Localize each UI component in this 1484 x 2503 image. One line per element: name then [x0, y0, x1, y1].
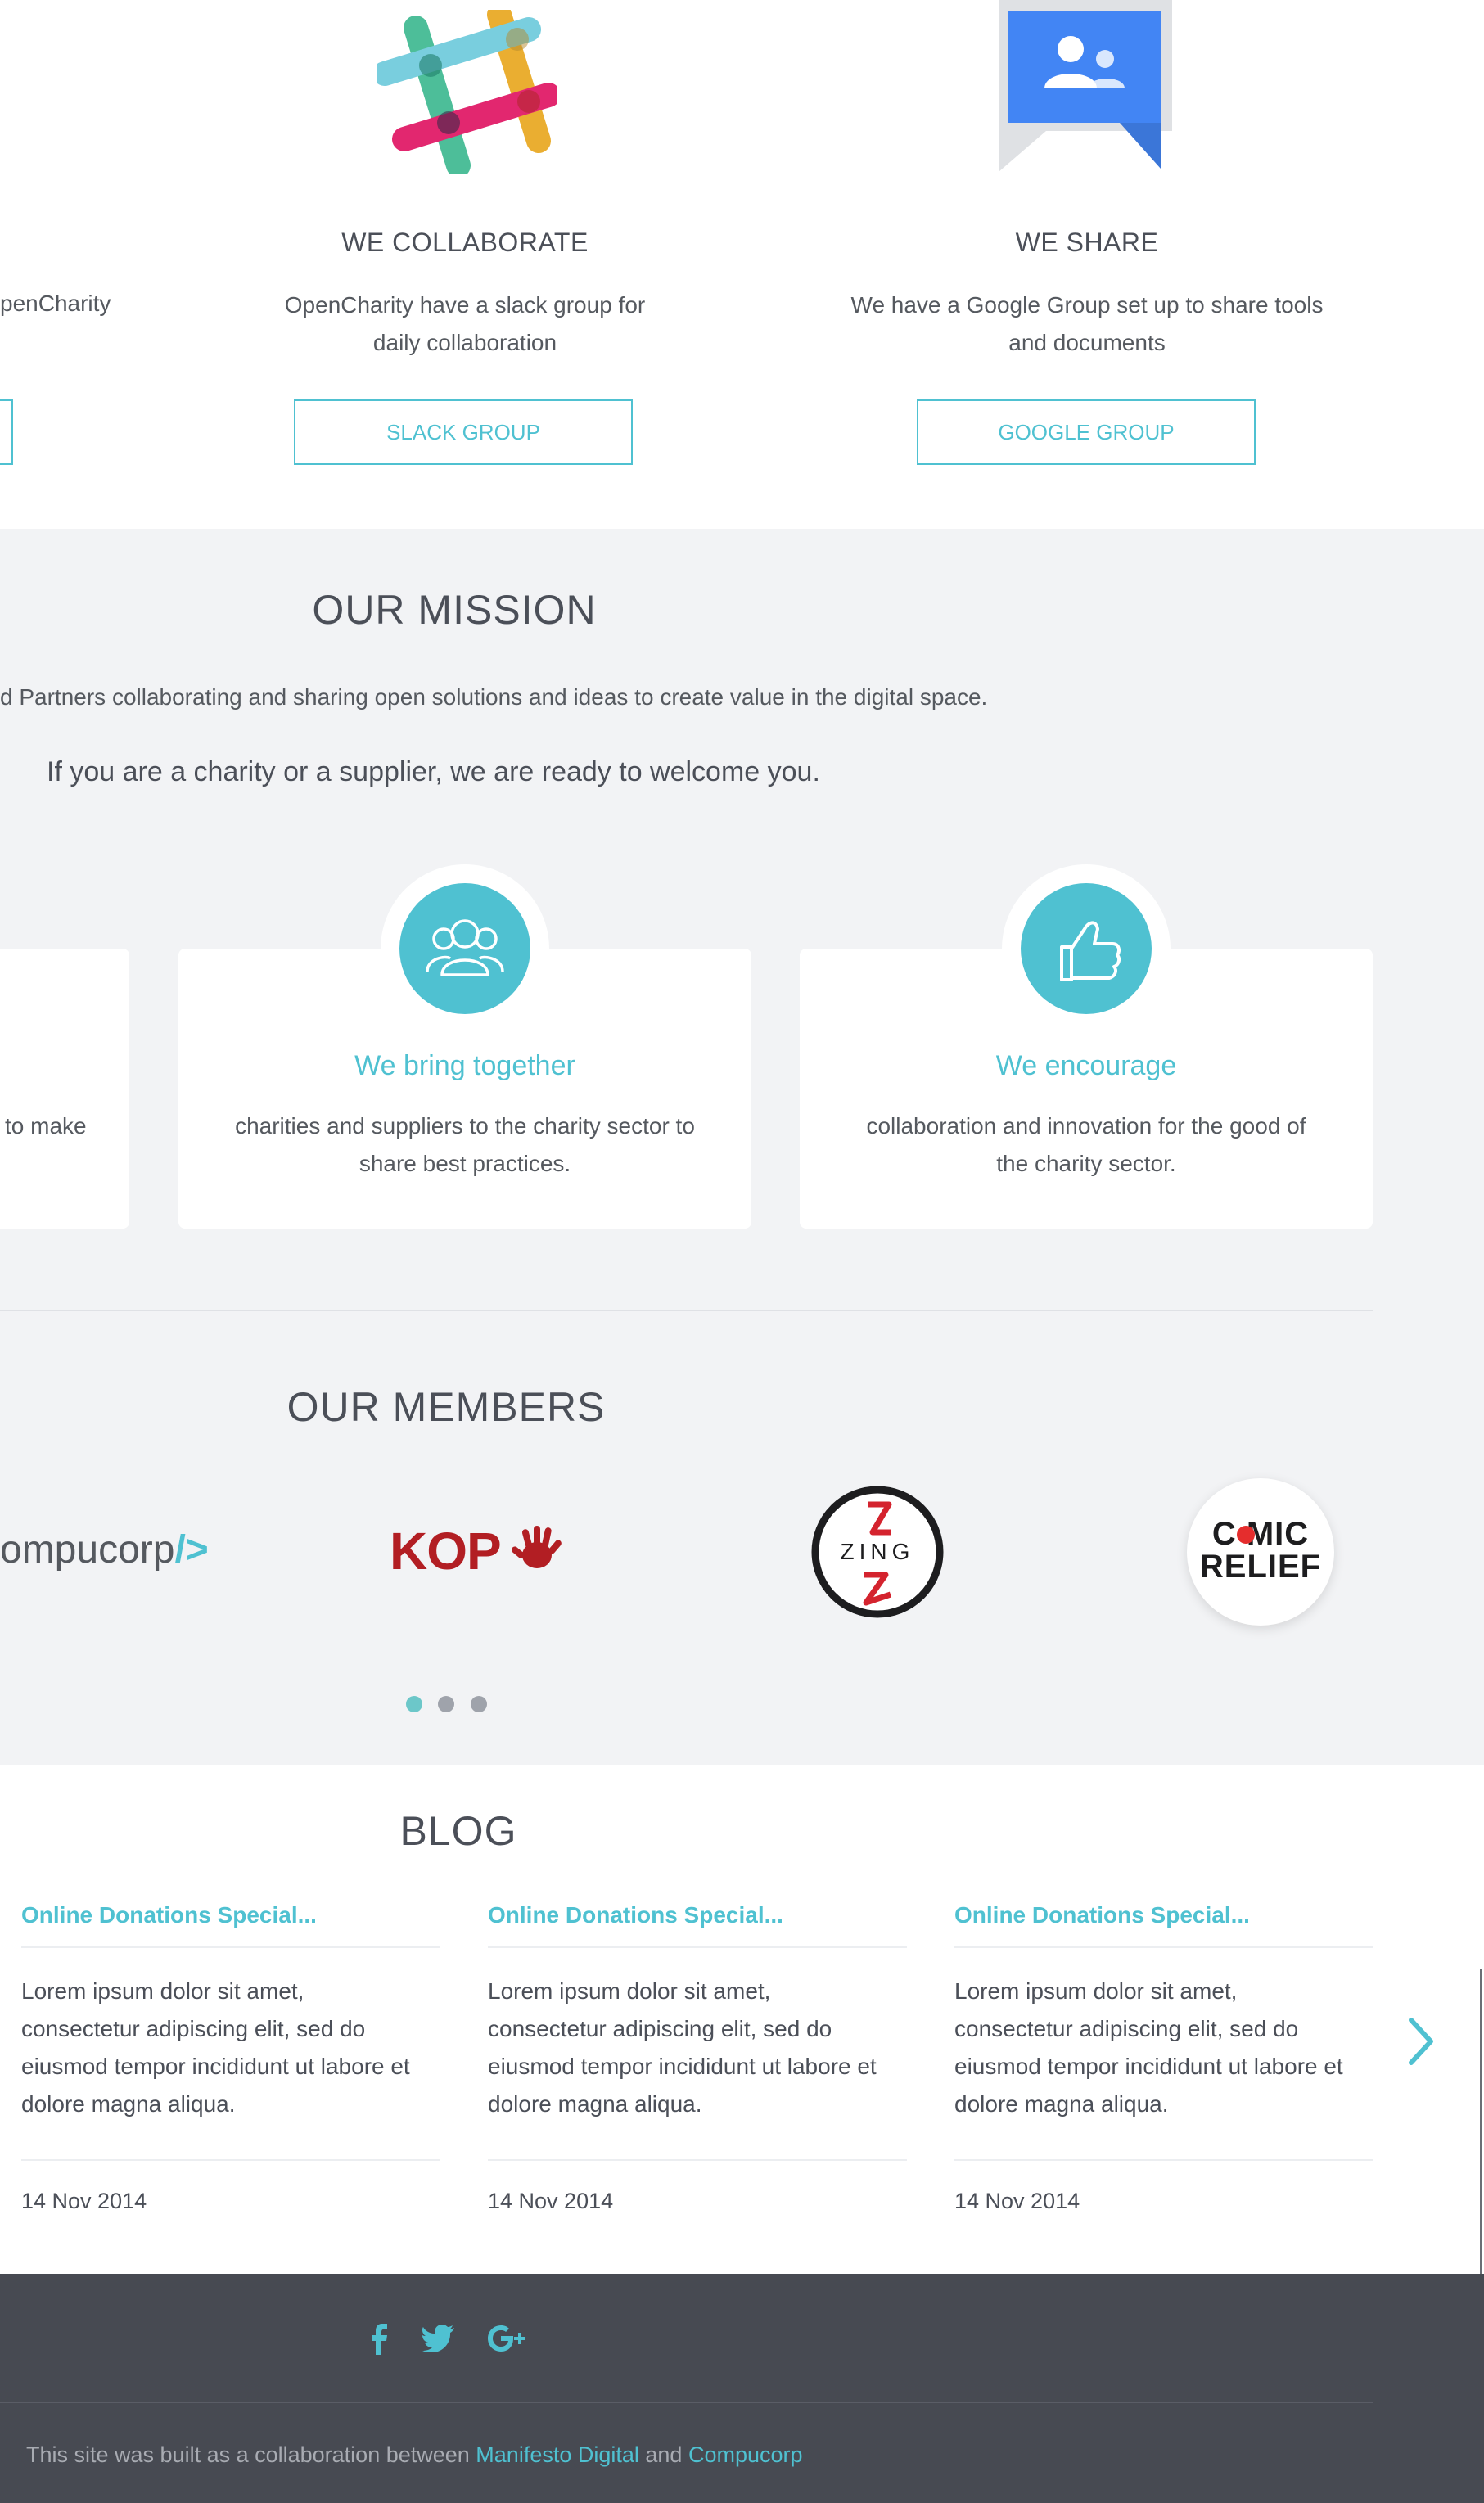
footer-divider — [0, 2402, 1373, 2403]
hand-icon — [512, 1526, 562, 1568]
collab-column-title: WE COLLABORATE — [341, 228, 589, 257]
manifesto-digital-link[interactable]: Manifesto Digital — [476, 2442, 639, 2467]
slack-icon — [372, 2, 561, 178]
blog-post-body-line: consectetur adipiscing elit, sed do — [488, 2016, 832, 2041]
blog-post-divider — [488, 2159, 907, 2161]
footer: This site was built as a collaboration b… — [0, 2274, 1484, 2503]
people-icon — [399, 883, 530, 1014]
blog-post-date: 14 Nov 2014 — [21, 2189, 147, 2213]
blog-post-body: Lorem ipsum dolor sit amet, consectetur … — [488, 1973, 907, 2123]
blog-title: BLOG — [399, 1808, 517, 1854]
blog-post-body-line: consectetur adipiscing elit, sed do — [21, 2016, 366, 2041]
thumbs-up-icon-badge — [1002, 864, 1171, 1033]
blog-post: Online Donations Special... Lorem ipsum … — [488, 1902, 907, 2214]
carousel-dot-1[interactable] — [406, 1696, 422, 1712]
compucorp-logo[interactable]: ompucorp/> — [0, 1527, 209, 1572]
blog-post: Online Donations Special... Lorem ipsum … — [21, 1902, 440, 2214]
blog-post-divider — [21, 1946, 440, 1948]
blog-post-body-line: dolore magna aliqua. — [21, 2091, 236, 2117]
kop-logo[interactable]: KOP — [390, 1516, 570, 1581]
share-column-title: WE SHARE — [1015, 228, 1159, 257]
carousel-dot-2[interactable] — [438, 1696, 454, 1712]
zing-logo[interactable]: ZING — [810, 1485, 945, 1619]
blog-post-body-line: consectetur adipiscing elit, sed do — [954, 2016, 1299, 2041]
footer-credits: This site was built as a collaboration b… — [26, 2442, 803, 2468]
blog-post-date: 14 Nov 2014 — [954, 2189, 1080, 2213]
blog-post-body-line: eiusmod tempor incididunt ut labore et — [21, 2054, 410, 2079]
comic-relief-line1: C MIC — [1211, 1516, 1310, 1552]
blog-post-body-line: dolore magna aliqua. — [488, 2091, 702, 2117]
google-plus-icon[interactable] — [488, 2321, 529, 2357]
blog-post-body-line: eiusmod tempor incididunt ut labore et — [954, 2054, 1343, 2079]
mission-card-title: We encourage — [995, 1050, 1177, 1081]
people-icon-badge — [381, 864, 549, 1033]
kop-logo-text: KOP — [390, 1522, 502, 1581]
mission-text: d Partners collaborating and sharing ope… — [0, 684, 988, 710]
facebook-icon[interactable] — [368, 2323, 391, 2356]
blog-right-edge — [1480, 1969, 1482, 2274]
blog-post-body: Lorem ipsum dolor sit amet, consectetur … — [21, 1973, 440, 2123]
slack-group-button[interactable]: SLACK GROUP — [294, 399, 633, 465]
blog-post-divider — [954, 1946, 1373, 1948]
compucorp-link[interactable]: Compucorp — [688, 2442, 803, 2467]
collab-column-text-line1: OpenCharity have a slack group for — [284, 292, 646, 318]
carousel-dot-3[interactable] — [471, 1696, 487, 1712]
twitter-icon[interactable] — [422, 2325, 455, 2352]
blog-post-divider — [488, 1946, 907, 1948]
mission-card-text-line1: collaboration and innovation for the goo… — [866, 1113, 1306, 1139]
members-title: OUR MEMBERS — [286, 1384, 606, 1430]
blog-post-body-line: dolore magna aliqua. — [954, 2091, 1169, 2117]
blog-section: BLOG Online Donations Special... Lorem i… — [0, 1765, 1484, 2274]
red-nose-icon — [1237, 1526, 1255, 1544]
zing-logo-text: ZING — [840, 1539, 915, 1564]
blog-post-divider — [21, 2159, 440, 2161]
thumbs-up-icon — [1021, 883, 1152, 1014]
left-column-text-fragment: penCharity — [0, 291, 111, 316]
google-group-icon — [997, 0, 1172, 175]
collab-section: penCharity WE COLLABORATE OpenCharity ha… — [0, 0, 1484, 529]
footer-credits-and: and — [638, 2442, 688, 2467]
blog-post-body-line: Lorem ipsum dolor sit amet, — [21, 1978, 304, 2004]
blog-post-body-line: Lorem ipsum dolor sit amet, — [488, 1978, 771, 2004]
blog-post-divider — [954, 2159, 1373, 2161]
section-divider — [0, 1310, 1373, 1311]
compucorp-logo-text: ompucorp — [0, 1528, 175, 1572]
mission-welcome: If you are a charity or a supplier, we a… — [47, 756, 820, 787]
blog-post-title[interactable]: Online Donations Special... — [954, 1902, 1373, 1928]
share-column-text-line1: We have a Google Group set up to share t… — [850, 292, 1324, 318]
mission-section: OUR MISSION d Partners collaborating and… — [0, 529, 1484, 1765]
chevron-right-icon[interactable] — [1405, 2015, 1437, 2068]
mission-card-partial-text: to make — [5, 1113, 87, 1139]
mission-card-title: We bring together — [354, 1050, 575, 1081]
compucorp-logo-suffix: /> — [174, 1528, 209, 1572]
mission-card-partial: to make — [0, 949, 129, 1229]
comic-relief-logo[interactable]: C MIC RELIEF — [1187, 1478, 1334, 1626]
mission-card-text-line2: share best practices. — [359, 1151, 571, 1176]
blog-post-body: Lorem ipsum dolor sit amet, consectetur … — [954, 1973, 1373, 2123]
share-column-text-line2: and documents — [1008, 330, 1166, 355]
mission-card-text-line2: the charity sector. — [996, 1151, 1176, 1176]
mission-title: OUR MISSION — [312, 587, 597, 633]
left-column-button-fragment[interactable] — [0, 399, 13, 465]
footer-credits-text: This site was built as a collaboration b… — [26, 2442, 476, 2467]
comic-relief-line2: RELIEF — [1199, 1549, 1322, 1585]
blog-post-title[interactable]: Online Donations Special... — [21, 1902, 440, 1928]
blog-post-body-line: eiusmod tempor incididunt ut labore et — [488, 2054, 877, 2079]
google-group-button[interactable]: GOOGLE GROUP — [917, 399, 1256, 465]
blog-post: Online Donations Special... Lorem ipsum … — [954, 1902, 1373, 2214]
blog-post-body-line: Lorem ipsum dolor sit amet, — [954, 1978, 1238, 2004]
blog-post-title[interactable]: Online Donations Special... — [488, 1902, 907, 1928]
collab-column-text-line2: daily collaboration — [372, 330, 557, 355]
mission-card-text-line1: charities and suppliers to the charity s… — [235, 1113, 695, 1139]
blog-post-date: 14 Nov 2014 — [488, 2189, 614, 2213]
